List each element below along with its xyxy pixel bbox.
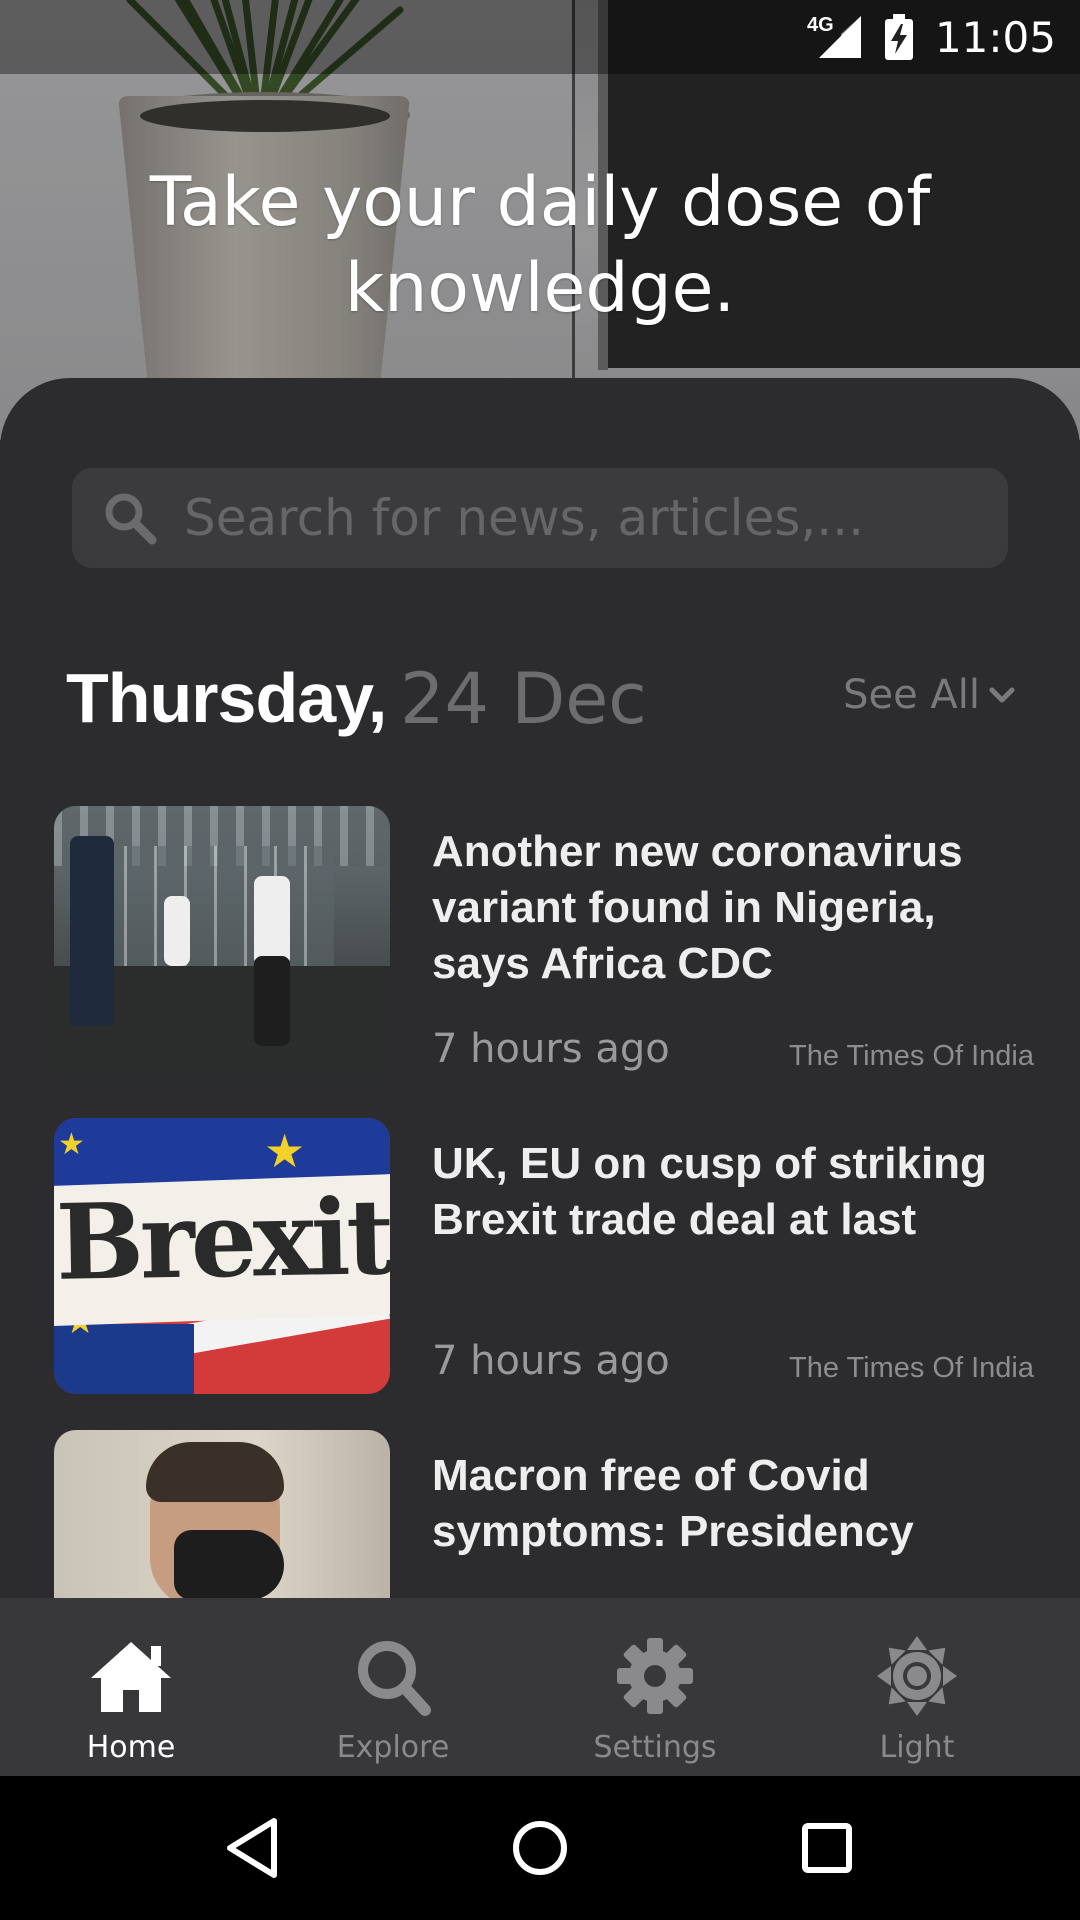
article-title[interactable]: Another new coronavirus variant found in… — [432, 824, 1032, 992]
nav-home[interactable]: Home — [0, 1598, 262, 1776]
star-icon: ★ — [264, 1125, 306, 1177]
article-source: The Times Of India — [789, 1352, 1034, 1384]
thumb-hair — [146, 1442, 284, 1502]
thumb-person — [254, 956, 290, 1046]
content-sheet: Thursday, 24 Dec See All Another new cor… — [0, 378, 1080, 1598]
article-card[interactable]: Another new coronavirus variant found in… — [54, 806, 1034, 1082]
date-header: Thursday, 24 Dec See All — [66, 650, 1016, 740]
article-source: The Times Of India — [789, 1040, 1034, 1072]
back-icon[interactable] — [218, 1813, 288, 1883]
star-icon: ★ — [58, 1128, 85, 1161]
home-icon — [91, 1642, 171, 1712]
thumb-person — [70, 836, 114, 1026]
article-time: 7 hours ago — [432, 1338, 670, 1384]
nav-label: Settings — [593, 1730, 717, 1765]
status-bar: 4G 11:05 — [0, 0, 1080, 74]
hero-title: Take your daily dose of knowledge. — [149, 163, 931, 328]
article-card[interactable]: ★ ★ ★ Brexit UK, EU on cusp of striking … — [54, 1118, 1034, 1394]
thumb-mask — [174, 1530, 284, 1598]
thumb-person — [254, 876, 290, 966]
nav-settings[interactable]: Settings — [524, 1598, 786, 1776]
nav-label: Light — [879, 1730, 955, 1765]
clock: 11:05 — [934, 12, 1056, 62]
see-all-button[interactable]: See All — [843, 672, 1016, 718]
nav-label: Explore — [336, 1730, 450, 1765]
nav-explore[interactable]: Explore — [262, 1598, 524, 1776]
network-type: 4G — [806, 14, 834, 36]
article-time: 7 hours ago — [432, 1026, 670, 1072]
home-circle-icon[interactable] — [505, 1813, 575, 1883]
bottom-nav: Home Explore Settings Light — [0, 1598, 1080, 1776]
signal-icon: 4G — [807, 14, 863, 60]
thumb-person — [164, 896, 190, 966]
nav-label: Home — [86, 1730, 176, 1765]
chevron-down-icon — [989, 687, 1015, 703]
article-title[interactable]: Macron free of Covid symptoms: Presidenc… — [432, 1448, 1032, 1560]
article-thumbnail — [54, 806, 390, 1082]
app-screen: Take your daily dose of knowledge. 4G 11… — [0, 0, 1080, 1920]
system-nav-bar — [0, 1776, 1080, 1920]
search-icon — [358, 1641, 431, 1716]
recents-icon[interactable] — [792, 1813, 862, 1883]
article-card[interactable]: Macron free of Covid symptoms: Presidenc… — [54, 1430, 1034, 1598]
battery-icon — [884, 14, 913, 60]
see-all-label: See All — [843, 672, 980, 718]
article-title[interactable]: UK, EU on cusp of striking Brexit trade … — [432, 1136, 1032, 1248]
search-input[interactable] — [184, 489, 984, 547]
search-icon — [105, 493, 157, 545]
day-label: Thursday, — [66, 659, 387, 737]
date-label: 24 Dec — [400, 658, 647, 740]
article-thumbnail: ★ ★ ★ Brexit — [54, 1118, 390, 1394]
nav-light-mode[interactable]: Light — [786, 1598, 1048, 1776]
thumbnail-text: Brexit — [54, 1175, 390, 1304]
search-bar[interactable] — [72, 468, 1008, 568]
article-thumbnail — [54, 1430, 390, 1598]
gear-icon — [617, 1638, 693, 1714]
thumb-doors — [94, 846, 334, 966]
sun-icon — [877, 1636, 957, 1716]
